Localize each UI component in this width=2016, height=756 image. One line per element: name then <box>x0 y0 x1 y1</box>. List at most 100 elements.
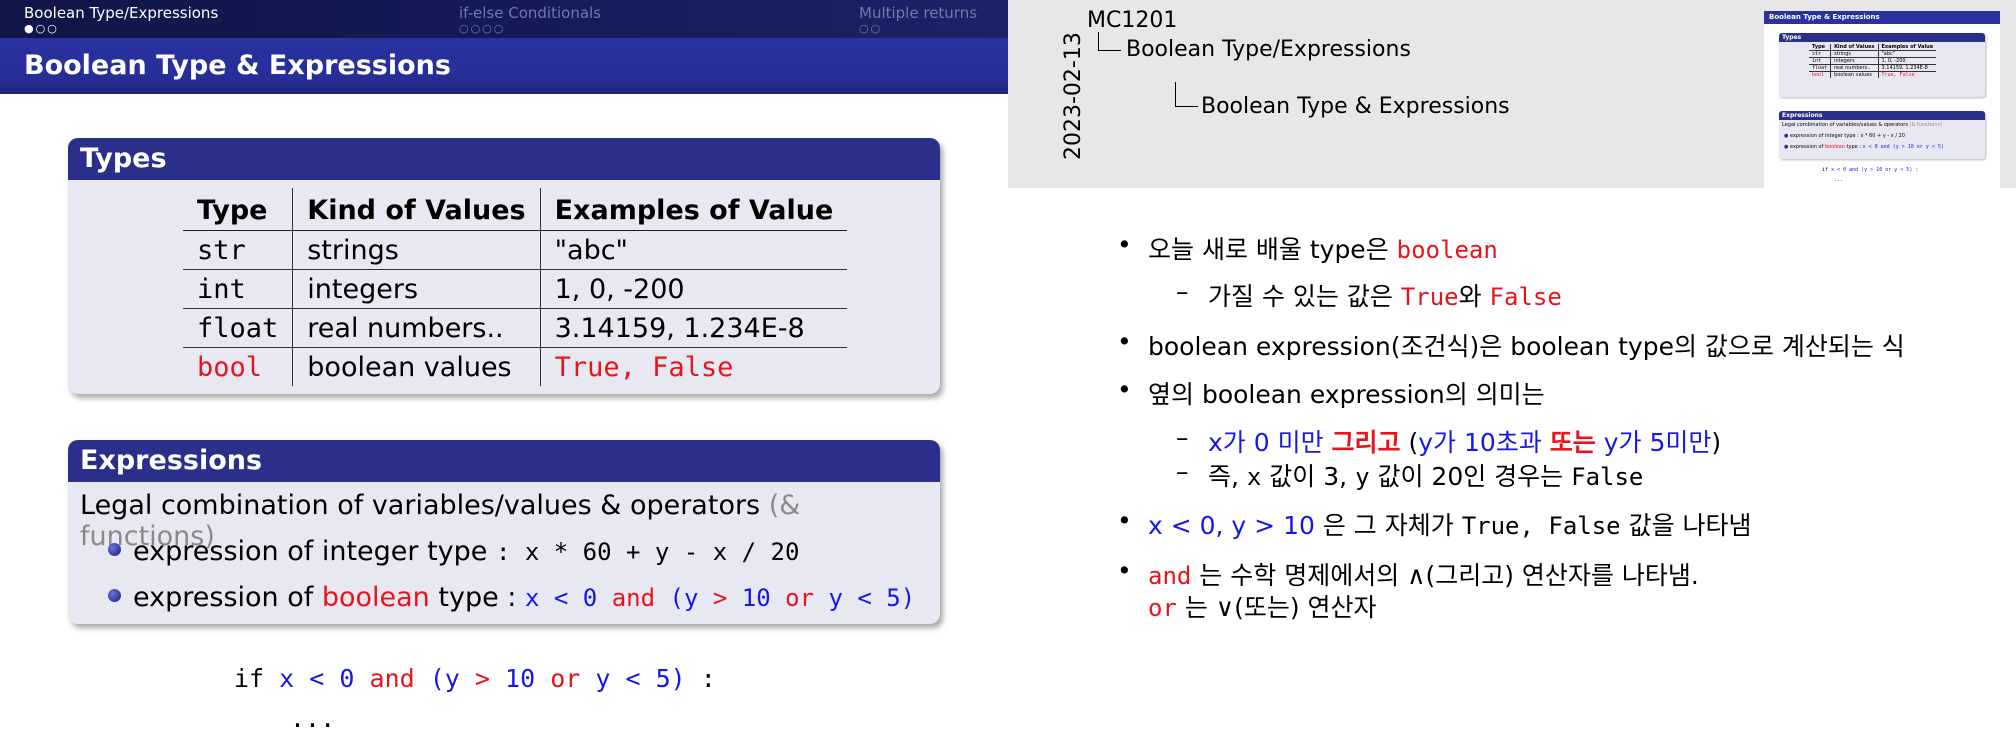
examples-cell: 3.14159, 1.234E-8 <box>539 308 848 348</box>
frame-title: Boolean Type & Expressions <box>24 50 451 81</box>
note-text: 값이 20인 경우는 <box>1369 462 1572 491</box>
thumbnail-cell: int <box>1809 57 1831 65</box>
navigation-bar: Boolean Type/Expressions ●○○ if-else Con… <box>0 0 1008 38</box>
thumbnail-types-title: Types <box>1779 33 1985 42</box>
thumbnail-title: Boolean Type & Expressions <box>1764 11 2000 24</box>
tree-connector <box>1175 82 1198 107</box>
note-text: 가질 수 있는 값은 <box>1208 282 1401 311</box>
type-cell: str <box>183 230 293 270</box>
bullet-icon <box>108 543 121 556</box>
note-values: 가질 수 있는 값은 True와 False <box>1208 277 1562 313</box>
code-token: < 5) <box>625 664 686 693</box>
note-emphasis: 또는 <box>1549 428 1596 457</box>
types-table: Type Kind of Values Examples of Value st… <box>183 188 848 386</box>
note-meaning: 옆의 boolean expression의 의미는 <box>1148 380 1545 409</box>
nav-section-multiple-returns[interactable]: Multiple returns <box>859 4 977 22</box>
integer-expression-item: expression of integer type : x * 60 + y … <box>108 536 799 567</box>
note-text: ) <box>1711 428 1722 457</box>
thumbnail-int-text: expression of integer type : x * 60 + y … <box>1789 133 1905 139</box>
integer-expression-label: expression of integer type <box>133 536 488 567</box>
nav-section-if-else[interactable]: if-else Conditionals <box>459 4 601 22</box>
kind-cell: real numbers.. <box>292 308 541 348</box>
note-text: 는 수학 명제에서의 ∧(그리고) 연산자를 나타냄. <box>1191 561 1699 590</box>
kind-cell: integers <box>292 269 541 309</box>
kind-cell: boolean values <box>292 347 541 386</box>
expressions-block-title: Expressions <box>68 440 940 482</box>
bullet-icon: • <box>1117 506 1132 535</box>
note-code: x <box>1246 463 1262 491</box>
code-token: y <box>595 664 611 693</box>
thumbnail-bool-text: type : <box>1846 144 1861 150</box>
note-code: and <box>1148 562 1192 590</box>
thumbnail-header: Examples of Value <box>1877 44 1937 51</box>
examples-cell: "abc" <box>539 230 848 270</box>
slide-thumbnail[interactable]: Boolean Type & Expressions Types Type Kin… <box>1764 11 2000 188</box>
code-token: or <box>550 664 581 693</box>
note-code: True, False <box>1461 512 1621 540</box>
boolean-label-2: type : <box>438 582 517 613</box>
thumbnail-cell: integers <box>1830 57 1878 65</box>
note-code: False <box>1571 463 1644 491</box>
header-examples: Examples of Value <box>539 188 848 231</box>
note-text: y가 5미만 <box>1595 428 1712 457</box>
note-or-operator: or 는 ∨(또는) 연산자 <box>1148 588 1377 624</box>
types-block-title: Types <box>68 138 940 180</box>
code-token: > <box>712 584 728 612</box>
code-token: < 5) <box>857 584 916 612</box>
thumbnail-bool-line: ● expression of boolean type : x < 0 and… <box>1784 144 1944 150</box>
thumbnail-cell: 3.14159, 1.234E-8 <box>1877 64 1937 72</box>
thumbnail-int-line: ● expression of integer type : x * 60 + … <box>1784 133 1905 139</box>
type-cell: int <box>183 269 293 309</box>
note-text: 와 <box>1458 282 1490 311</box>
nav-dots-boolean[interactable]: ●○○ <box>24 22 59 35</box>
note-example: 즉, x 값이 3, y 값이 20인 경우는 False <box>1208 457 1643 493</box>
nav-section-boolean[interactable]: Boolean Type/Expressions <box>24 4 218 22</box>
note-code: boolean <box>1396 236 1498 264</box>
frame-title-bar: Boolean Type & Expressions <box>0 38 1008 94</box>
type-cell: float <box>183 308 293 348</box>
note-text: 값을 나타냄 <box>1620 511 1752 540</box>
code-token: (y <box>669 584 699 612</box>
thumbnail-code-token: x < 0 and (y > 10 or y < 5) <box>1831 167 1913 173</box>
type-cell: bool <box>197 351 263 383</box>
thumbnail-expressions-block: Expressions Legal combination of variabl… <box>1779 111 1985 159</box>
slide: Boolean Type/Expressions ●○○ if-else Con… <box>0 0 1008 756</box>
thumbnail-cell: True, False <box>1877 71 1937 78</box>
code-token: 10 <box>505 664 536 693</box>
note-code: or <box>1148 594 1177 622</box>
bullet-icon: • <box>1117 556 1132 585</box>
note-text: 값이 3, <box>1261 462 1356 491</box>
boolean-expression-code: x < 0 and (y > 10 or y < 5) <box>525 584 915 612</box>
note-text: y가 10초과 <box>1418 428 1550 457</box>
tree-connector <box>1098 32 1121 51</box>
code-token: if <box>234 664 265 693</box>
code-token: and <box>369 664 415 693</box>
thumbnail-types-block: Types Type Kind of Values Examples of Valu… <box>1779 33 1985 97</box>
nav-dots-if-else[interactable]: ○○○○ <box>459 22 505 35</box>
dash-icon: – <box>1176 423 1189 452</box>
thumbnail-code-token: if <box>1822 167 1829 173</box>
note-text: ( <box>1400 428 1419 457</box>
legal-text: Legal combination of variables/values & … <box>80 490 761 521</box>
thumbnail-cell: real numbers.. <box>1830 64 1878 72</box>
subsection-name: Boolean Type & Expressions <box>1201 94 1510 119</box>
code-token: y <box>828 584 843 612</box>
header-kind: Kind of Values <box>292 188 541 231</box>
bullet-icon: • <box>1117 327 1132 356</box>
note-code: False <box>1489 283 1562 311</box>
thumbnail-expressions-title: Expressions <box>1779 111 1985 120</box>
table-row: float real numbers.. 3.14159, 1.234E-8 <box>183 308 848 348</box>
types-block: Types Type Kind of Values Examples of Va… <box>68 138 940 394</box>
thumbnail-legal: Legal combination of variables/values & … <box>1782 122 1908 128</box>
thumbnail-if-line: if x < 0 and (y > 10 or y < 5) : <box>1822 167 1918 173</box>
note-code: y <box>1355 463 1370 491</box>
code-ellipsis: ... <box>290 704 336 733</box>
if-statement-code: if x < 0 and (y > 10 or y < 5) : <box>234 664 716 693</box>
course-code: MC1201 <box>1087 8 1178 33</box>
code-token: and <box>611 584 656 612</box>
code-token: > <box>474 664 490 693</box>
nav-dots-multiple-returns[interactable]: ○○ <box>859 22 882 35</box>
expressions-block: Expressions Legal combination of variabl… <box>68 440 940 624</box>
thumbnail-cell: str <box>1809 50 1831 58</box>
thumbnail-cell: float <box>1809 64 1831 72</box>
